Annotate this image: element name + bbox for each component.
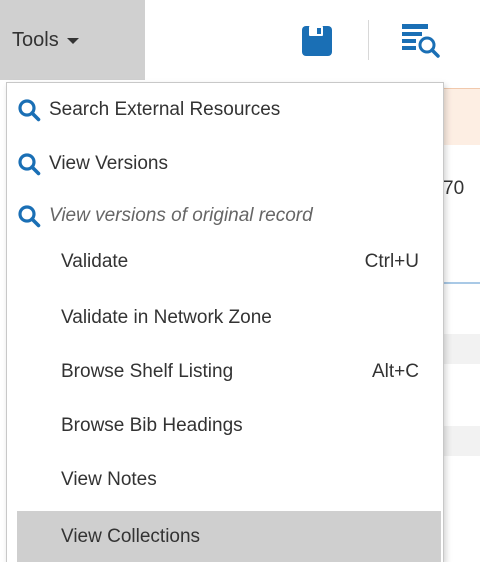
background-row	[440, 426, 480, 456]
menu-item-shortcut: Ctrl+U	[364, 251, 419, 272]
background-partial-text: 70	[443, 178, 465, 199]
search-icon	[18, 153, 41, 176]
caret-down-icon	[66, 38, 79, 44]
menu-item-browse-shelf-listing[interactable]: Browse Shelf Listing Alt+C	[17, 349, 441, 395]
menu-item-view-collections[interactable]: View Collections	[17, 511, 441, 562]
background-row	[440, 334, 480, 364]
tools-label: Tools	[12, 28, 59, 51]
toolbar: Tools	[0, 0, 480, 80]
menu-item-label: Browse Bib Headings	[61, 415, 243, 436]
menu-item-view-notes[interactable]: View Notes	[17, 457, 441, 503]
tools-menu-button[interactable]: Tools	[0, 0, 145, 80]
menu-item-shortcut: Alt+C	[372, 361, 419, 382]
menu-item-label: Validate in Network Zone	[61, 307, 272, 328]
menu-item-view-versions[interactable]: View Versions	[17, 141, 441, 187]
menu-item-view-versions-of-original-record[interactable]: View versions of original record	[17, 193, 441, 239]
background-alert-strip	[440, 88, 480, 145]
toolbar-divider	[368, 20, 369, 60]
menu-item-label: View Collections	[61, 526, 201, 547]
menu-item-label: View versions of original record	[49, 205, 313, 226]
list-search-icon[interactable]	[400, 22, 442, 58]
menu-item-label: Search External Resources	[49, 99, 281, 120]
save-icon[interactable]	[300, 24, 334, 58]
menu-item-label: View Versions	[49, 153, 168, 174]
menu-item-validate-in-network-zone[interactable]: Validate in Network Zone	[17, 295, 441, 341]
menu-item-browse-bib-headings[interactable]: Browse Bib Headings	[17, 403, 441, 449]
tools-dropdown-menu: Search External Resources View Versions …	[6, 82, 444, 562]
menu-item-validate[interactable]: Validate Ctrl+U	[17, 239, 441, 285]
search-icon	[18, 205, 41, 228]
background-divider	[440, 282, 480, 284]
search-icon	[18, 99, 41, 122]
page: 70 Tools Search External Resources View …	[0, 0, 480, 562]
menu-item-search-external-resources[interactable]: Search External Resources	[17, 87, 441, 133]
menu-item-label: View Notes	[61, 469, 157, 490]
